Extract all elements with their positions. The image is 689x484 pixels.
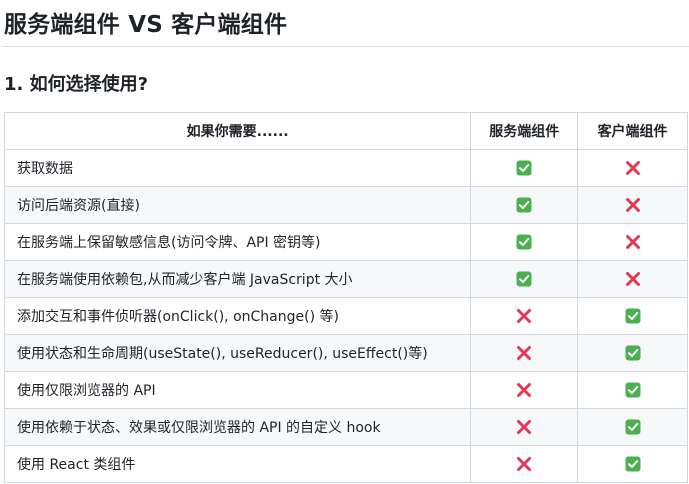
server-cell (470, 260, 579, 298)
comparison-table: 如果你需要...... 服务端组件 客户端组件 获取数据 访问后端资源(直接) … (3, 112, 688, 483)
server-cell (470, 334, 579, 372)
header-server-component: 服务端组件 (470, 112, 579, 150)
table-row: 在服务端上保留敏感信息(访问令牌、API 密钥等) (3, 223, 688, 261)
table-row: 使用 React 类组件 (3, 445, 688, 483)
server-cell (470, 371, 579, 409)
table-row: 使用仅限浏览器的 API (3, 371, 688, 409)
client-cell (577, 149, 688, 187)
cross-mark-icon (516, 345, 532, 361)
need-cell: 添加交互和事件侦听器(onClick(), onChange() 等) (3, 297, 472, 335)
table-row: 在服务端使用依赖包,从而减少客户端 JavaScript 大小 (3, 260, 688, 298)
table-row: 访问后端资源(直接) (3, 186, 688, 224)
check-mark-icon (516, 160, 532, 176)
cross-mark-icon (625, 234, 641, 250)
need-cell: 在服务端上保留敏感信息(访问令牌、API 密钥等) (3, 223, 472, 261)
cross-mark-icon (516, 382, 532, 398)
server-cell (470, 445, 579, 483)
header-need: 如果你需要...... (3, 112, 472, 150)
table-header-row: 如果你需要...... 服务端组件 客户端组件 (3, 112, 688, 150)
page: 服务端组件 VS 客户端组件 1. 如何选择使用? 如果你需要...... 服务… (0, 0, 689, 484)
need-cell: 获取数据 (3, 149, 472, 187)
check-mark-icon (516, 271, 532, 287)
check-mark-icon (516, 234, 532, 250)
check-mark-icon (625, 308, 641, 324)
need-cell: 使用状态和生命周期(useState(), useReducer(), useE… (3, 334, 472, 372)
cross-mark-icon (516, 419, 532, 435)
cross-mark-icon (625, 160, 641, 176)
client-cell (577, 445, 688, 483)
header-client-component: 客户端组件 (577, 112, 688, 150)
cross-mark-icon (625, 271, 641, 287)
client-cell (577, 186, 688, 224)
client-cell (577, 223, 688, 261)
need-cell: 使用 React 类组件 (3, 445, 472, 483)
table-row: 获取数据 (3, 149, 688, 187)
need-cell: 使用依赖于状态、效果或仅限浏览器的 API 的自定义 hook (3, 408, 472, 446)
cross-mark-icon (516, 308, 532, 324)
server-cell (470, 186, 579, 224)
client-cell (577, 260, 688, 298)
check-mark-icon (625, 345, 641, 361)
server-cell (470, 223, 579, 261)
client-cell (577, 371, 688, 409)
check-mark-icon (625, 419, 641, 435)
client-cell (577, 334, 688, 372)
table-row: 使用状态和生命周期(useState(), useReducer(), useE… (3, 334, 688, 372)
title-divider (2, 46, 689, 47)
cross-mark-icon (516, 456, 532, 472)
need-cell: 访问后端资源(直接) (3, 186, 472, 224)
server-cell (470, 297, 579, 335)
table-row: 添加交互和事件侦听器(onClick(), onChange() 等) (3, 297, 688, 335)
client-cell (577, 408, 688, 446)
client-cell (577, 297, 688, 335)
need-cell: 使用仅限浏览器的 API (3, 371, 472, 409)
check-mark-icon (516, 197, 532, 213)
check-mark-icon (625, 382, 641, 398)
section-heading: 1. 如何选择使用? (4, 74, 149, 95)
table-row: 使用依赖于状态、效果或仅限浏览器的 API 的自定义 hook (3, 408, 688, 446)
server-cell (470, 149, 579, 187)
server-cell (470, 408, 579, 446)
check-mark-icon (625, 456, 641, 472)
need-cell: 在服务端使用依赖包,从而减少客户端 JavaScript 大小 (3, 260, 472, 298)
cross-mark-icon (625, 197, 641, 213)
page-title: 服务端组件 VS 客户端组件 (4, 12, 288, 38)
